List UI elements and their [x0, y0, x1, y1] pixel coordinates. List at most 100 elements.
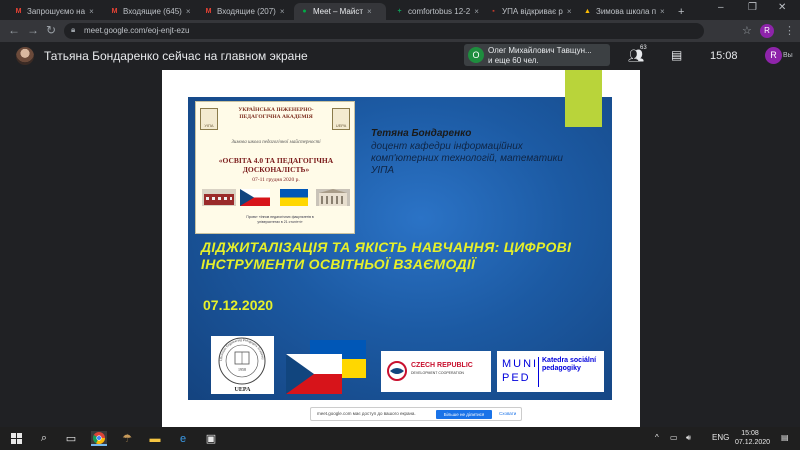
presenter-avatar: [16, 47, 34, 65]
school-poster: УІПА UEPA УКРАЇНСЬКА ІНЖЕНЕРНО-ПЕДАГОГІЧ…: [195, 101, 355, 234]
chrome-taskbar-icon[interactable]: [91, 431, 107, 446]
talk-title: ДІДЖИТАЛІЗАЦІЯ ТА ЯКІСТЬ НАВЧАННЯ: ЦИФРО…: [201, 239, 572, 272]
stop-sharing-button[interactable]: Більше не ділитися: [436, 410, 492, 419]
meet-header: Татьяна Бондаренко сейчас на главном экр…: [0, 42, 800, 70]
edge-icon[interactable]: e: [175, 431, 191, 446]
tab-favicon-icon: M: [15, 8, 22, 15]
store-icon[interactable]: ▣: [203, 431, 219, 446]
windows-taskbar: ⌕ ▭ ☂ ▬ e ▣ ^ ▭ 🔊︎ ENG 15:08 07.12.2020 …: [0, 427, 800, 450]
new-tab-button[interactable]: +: [672, 3, 690, 20]
profile-avatar[interactable]: R: [760, 24, 774, 38]
tab-label: Запрошуємо на: [27, 7, 86, 16]
browser-tab[interactable]: ● Meet – Майст ×: [294, 3, 386, 20]
tab-close-icon[interactable]: ×: [89, 7, 94, 16]
muni-wordmark: MUNI PED: [502, 357, 538, 385]
task-view-icon[interactable]: ▭: [63, 431, 79, 446]
browser-tab[interactable]: M Запрошуємо на ×: [8, 3, 100, 20]
tab-label: Входящие (207): [217, 7, 276, 16]
share-message: meet.google.com має доступ до вашого екр…: [317, 411, 416, 416]
hide-banner-button[interactable]: Сховати: [499, 411, 516, 416]
meeting-clock: 15:08: [710, 50, 738, 62]
screen-share-banner: meet.google.com має доступ до вашого екр…: [310, 407, 522, 421]
system-clock[interactable]: 15:08 07.12.2020: [735, 429, 771, 447]
forward-icon[interactable]: →: [27, 23, 39, 37]
people-count: 63: [640, 45, 647, 51]
tab-close-icon[interactable]: ×: [660, 7, 665, 16]
notifications-icon[interactable]: ▤: [781, 433, 789, 442]
browser-tab[interactable]: M Входящие (645) ×: [104, 3, 196, 20]
tab-label: Meet – Майст: [313, 7, 364, 16]
tab-close-icon[interactable]: ×: [367, 7, 372, 16]
tray-chevron-icon[interactable]: ^: [655, 433, 659, 442]
uepa-year: 1958: [238, 367, 246, 372]
muni-top: MUNI: [502, 358, 539, 370]
tab-favicon-icon: ●: [302, 8, 307, 15]
reload-icon[interactable]: ↻: [46, 23, 56, 37]
tab-label: comfortobus 12-2: [408, 7, 471, 16]
tab-close-icon[interactable]: ×: [280, 7, 285, 16]
poster-university-photo: [316, 189, 350, 206]
ukraine-flag-small: [280, 189, 308, 206]
file-explorer-icon[interactable]: ▬: [147, 431, 163, 446]
uepa-label: UEPA: [234, 387, 251, 393]
slide-accent-block: [565, 70, 602, 127]
join-notification[interactable]: O Олег Михайлович Тавщун... и еще 60 чел…: [464, 44, 610, 66]
url-text: meet.google.com/eoj-enjt-ezu: [84, 26, 190, 35]
browser-tab[interactable]: ▲ Зимова школа п ×: [577, 3, 669, 20]
address-bar[interactable]: 🔒︎ meet.google.com/eoj-enjt-ezu: [64, 23, 704, 39]
minimize-icon[interactable]: –: [718, 2, 724, 13]
poster-logo-right: UEPA: [332, 108, 350, 130]
tab-favicon-icon: M: [205, 8, 212, 15]
chat-icon[interactable]: ▤: [671, 48, 682, 62]
system-date: 07.12.2020: [735, 439, 771, 446]
katedra-label: Katedra sociální pedagogiky: [542, 357, 597, 372]
tab-favicon-icon: M: [111, 8, 118, 15]
poster-building-photo: [202, 189, 236, 206]
you-label: Вы: [783, 52, 793, 59]
app-taskbar-icon[interactable]: ☂: [119, 431, 135, 446]
poster-header: УКРАЇНСЬКА ІНЖЕНЕРНО-ПЕДАГОГІЧНА АКАДЕМІ…: [238, 107, 314, 120]
czech-subtitle: DEVELOPMENT COOPERATION: [411, 371, 464, 375]
tab-label: УПА відкриває р: [502, 7, 563, 16]
muni-ped-logo: MUNI PED Katedra sociální pedagogiky: [497, 351, 604, 392]
search-icon[interactable]: ⌕: [36, 431, 52, 446]
system-time: 15:08: [741, 430, 759, 437]
muni-bottom: PED: [502, 372, 531, 384]
author-role: доцент кафедри інформаційних комп'ютерни…: [371, 141, 563, 176]
menu-kebab-icon[interactable]: ⋮: [784, 24, 795, 37]
uepa-logo: Ukrainian Engineering Pedagogics Academy…: [211, 336, 274, 394]
windows-start-icon[interactable]: [8, 431, 24, 446]
tab-label: Входящие (645): [123, 7, 182, 16]
toast-line-2: и еще 60 чел.: [488, 56, 539, 65]
close-window-icon[interactable]: ✕: [778, 2, 786, 13]
toast-line-1: Олег Михайлович Тавщун...: [488, 46, 592, 55]
language-indicator[interactable]: ENG: [712, 433, 729, 442]
maximize-icon[interactable]: ❐: [748, 2, 757, 13]
poster-logo-left: УІПА: [200, 108, 218, 130]
poster-footer: Проект «Іннов педагогічних факультетів в…: [246, 215, 314, 224]
lock-icon[interactable]: 🔒︎: [71, 25, 75, 35]
czech-title: CZECH REPUBLIC: [411, 362, 473, 369]
talk-date: 07.12.2020: [203, 297, 274, 313]
tab-close-icon[interactable]: ×: [567, 7, 572, 16]
toast-avatar: O: [468, 47, 484, 63]
browser-tab[interactable]: + comfortobus 12-2 ×: [389, 3, 481, 20]
flags-overlap: [286, 340, 366, 394]
browser-tab-strip: M Запрошуємо на × M Входящие (645) × M Входящие…: [0, 0, 800, 20]
tab-favicon-icon: ▲: [584, 8, 591, 15]
czech-flag-small: [240, 189, 270, 206]
network-icon[interactable]: ▭: [670, 433, 678, 442]
browser-tab[interactable]: ▪ УПА відкриває р ×: [483, 3, 575, 20]
volume-icon[interactable]: 🔊︎: [686, 433, 691, 443]
bookmark-star-icon[interactable]: ☆: [742, 24, 752, 37]
back-icon[interactable]: ←: [8, 23, 20, 37]
tab-label: Зимова школа п: [596, 7, 657, 16]
poster-title: «ОСВІТА 4.0 ТА ПЕДАГОГІЧНА ДОСКОНАЛІСТЬ»: [218, 156, 334, 174]
browser-tab[interactable]: M Входящие (207) ×: [198, 3, 290, 20]
author-name: Тетяна Бондаренко: [371, 128, 472, 139]
self-avatar[interactable]: R: [765, 47, 782, 64]
tab-close-icon[interactable]: ×: [186, 7, 191, 16]
tab-close-icon[interactable]: ×: [474, 7, 479, 16]
czech-development-logo: CZECH REPUBLIC DEVELOPMENT COOPERATION: [381, 351, 491, 392]
tab-favicon-icon: ▪: [492, 8, 495, 15]
